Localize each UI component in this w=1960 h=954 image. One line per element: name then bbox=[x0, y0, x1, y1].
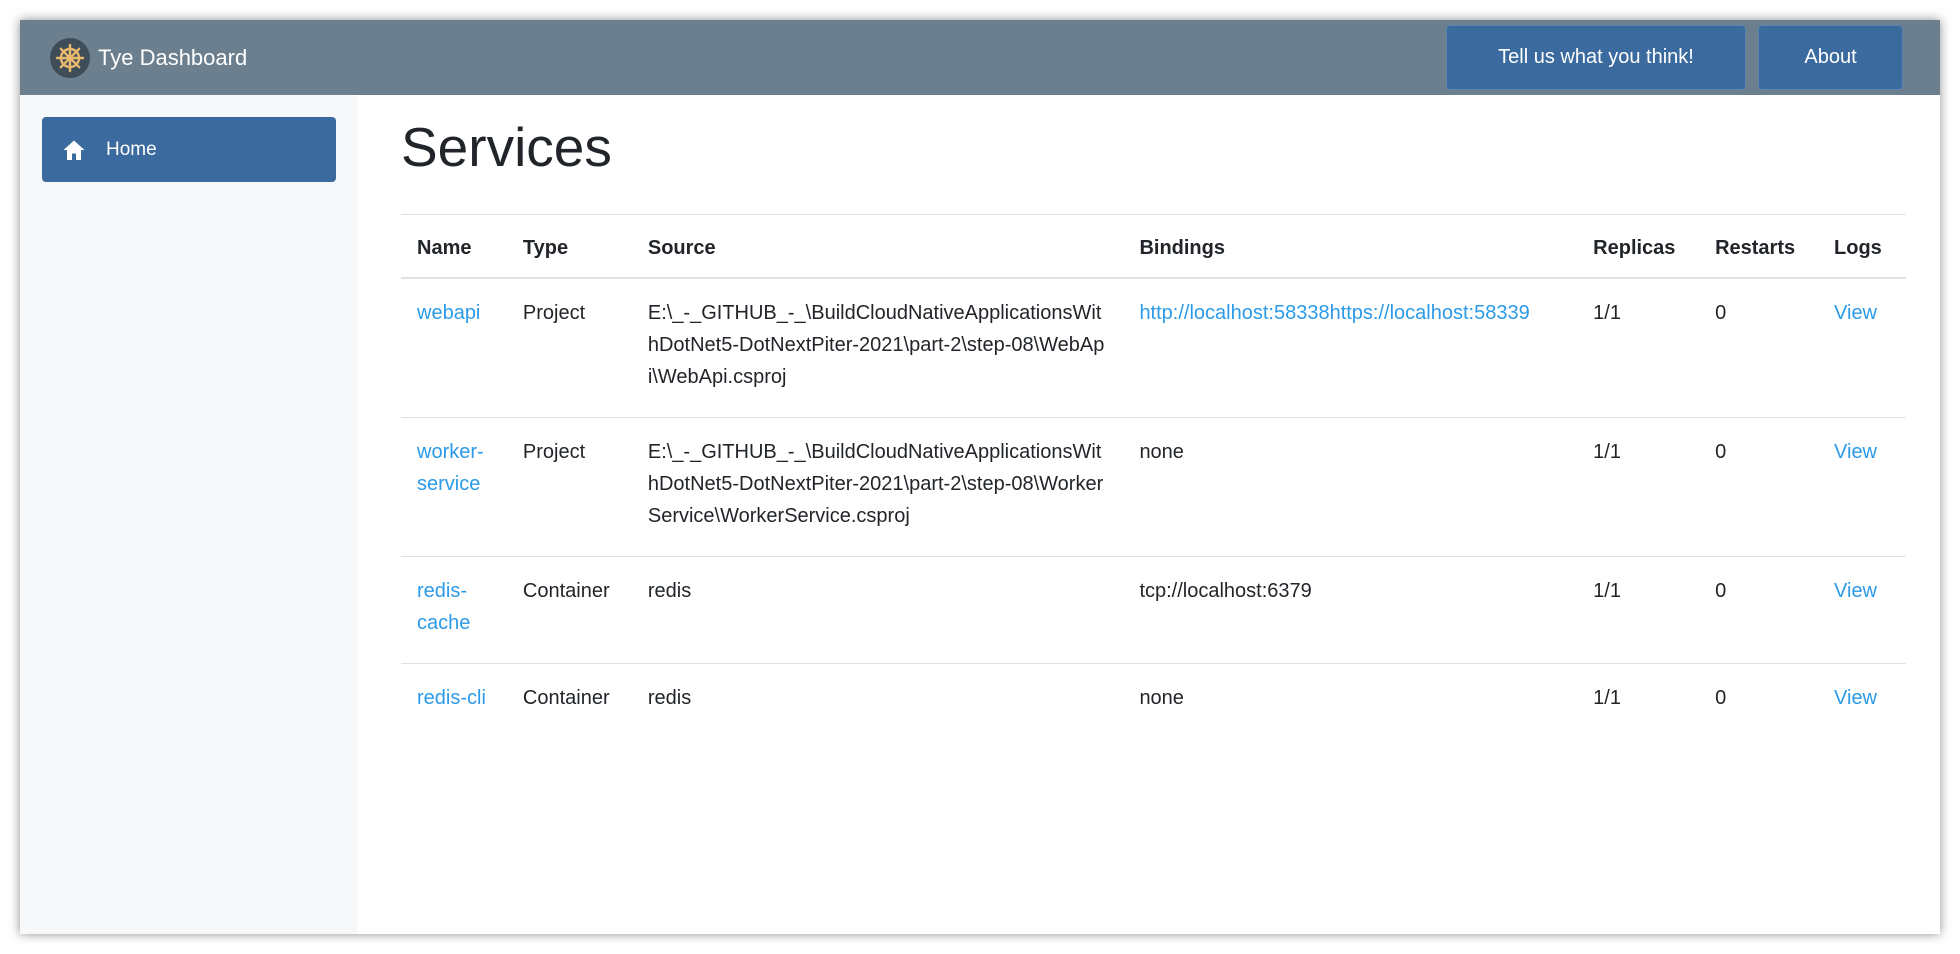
view-logs-link[interactable]: View bbox=[1834, 687, 1877, 709]
service-replicas-cell: 1/1 bbox=[1577, 417, 1700, 557]
sidebar-item-home[interactable]: Home bbox=[42, 117, 336, 182]
home-icon bbox=[62, 137, 88, 163]
service-replicas-cell: 1/1 bbox=[1577, 277, 1700, 418]
service-source-cell: redis bbox=[631, 663, 1124, 738]
service-restarts-cell: 0 bbox=[1699, 277, 1819, 418]
service-type-cell: Container bbox=[506, 663, 632, 738]
service-logs-cell: View bbox=[1818, 556, 1906, 664]
view-logs-link[interactable]: View bbox=[1834, 302, 1877, 324]
ship-wheel-logo-icon bbox=[50, 38, 90, 78]
column-header-replicas: Replicas bbox=[1577, 214, 1700, 279]
service-bindings-cell: http://localhost:58338https://localhost:… bbox=[1123, 277, 1578, 418]
service-name-link[interactable]: webapi bbox=[417, 302, 480, 324]
feedback-button[interactable]: Tell us what you think! bbox=[1446, 25, 1746, 90]
column-header-logs: Logs bbox=[1818, 214, 1906, 279]
service-name-cell: redis-cli bbox=[401, 663, 507, 738]
service-replicas-cell: 1/1 bbox=[1577, 663, 1700, 738]
app-title: Tye Dashboard bbox=[98, 45, 248, 70]
service-type-cell: Project bbox=[506, 417, 632, 557]
browser-viewport: Tye Dashboard Tell us what you think! Ab… bbox=[20, 20, 1940, 934]
column-header-type: Type bbox=[506, 214, 632, 279]
service-source-cell: E:\_-_GITHUB_-_\BuildCloudNativeApplicat… bbox=[631, 277, 1124, 418]
binding-link[interactable]: http://localhost:58338https://localhost:… bbox=[1139, 302, 1529, 324]
table-header-row: Name Type Source Bindings Replicas Resta… bbox=[401, 214, 1906, 279]
top-navbar: Tye Dashboard Tell us what you think! Ab… bbox=[20, 20, 1940, 95]
service-bindings-cell: none bbox=[1123, 417, 1578, 557]
service-type-cell: Container bbox=[506, 556, 632, 664]
service-name-link[interactable]: redis-cli bbox=[417, 687, 486, 709]
services-table: Name Type Source Bindings Replicas Resta… bbox=[401, 214, 1906, 738]
view-logs-link[interactable]: View bbox=[1834, 441, 1877, 463]
column-header-bindings: Bindings bbox=[1123, 214, 1578, 279]
view-logs-link[interactable]: View bbox=[1834, 580, 1877, 602]
service-bindings-cell: none bbox=[1123, 663, 1578, 738]
service-source-cell: redis bbox=[631, 556, 1124, 664]
page-title: Services bbox=[401, 116, 612, 178]
service-logs-cell: View bbox=[1818, 663, 1906, 738]
service-replicas-cell: 1/1 bbox=[1577, 556, 1700, 664]
brand[interactable]: Tye Dashboard bbox=[50, 37, 247, 79]
service-name-cell: worker-service bbox=[401, 417, 507, 557]
service-name-link[interactable]: redis-cache bbox=[417, 580, 470, 634]
table-row: worker-service Project E:\_-_GITHUB_-_\B… bbox=[401, 417, 1906, 557]
service-source-cell: E:\_-_GITHUB_-_\BuildCloudNativeApplicat… bbox=[631, 417, 1124, 557]
service-type-cell: Project bbox=[506, 277, 632, 418]
service-restarts-cell: 0 bbox=[1699, 663, 1819, 738]
sidebar-item-label: Home bbox=[106, 138, 157, 160]
about-button[interactable]: About bbox=[1758, 25, 1903, 90]
sidebar: Home bbox=[20, 95, 357, 934]
service-name-cell: webapi bbox=[401, 277, 507, 418]
service-bindings-cell: tcp://localhost:6379 bbox=[1123, 556, 1578, 664]
service-name-link[interactable]: worker-service bbox=[417, 441, 484, 495]
column-header-name: Name bbox=[401, 214, 507, 279]
service-logs-cell: View bbox=[1818, 277, 1906, 418]
service-name-cell: redis-cache bbox=[401, 556, 507, 664]
service-logs-cell: View bbox=[1818, 417, 1906, 557]
column-header-restarts: Restarts bbox=[1699, 214, 1819, 279]
table-row: redis-cli Container redis none 1/1 0 Vie… bbox=[401, 663, 1906, 738]
table-row: redis-cache Container redis tcp://localh… bbox=[401, 556, 1906, 664]
table-row: webapi Project E:\_-_GITHUB_-_\BuildClou… bbox=[401, 277, 1906, 418]
service-restarts-cell: 0 bbox=[1699, 556, 1819, 664]
column-header-source: Source bbox=[631, 214, 1124, 279]
service-restarts-cell: 0 bbox=[1699, 417, 1819, 557]
